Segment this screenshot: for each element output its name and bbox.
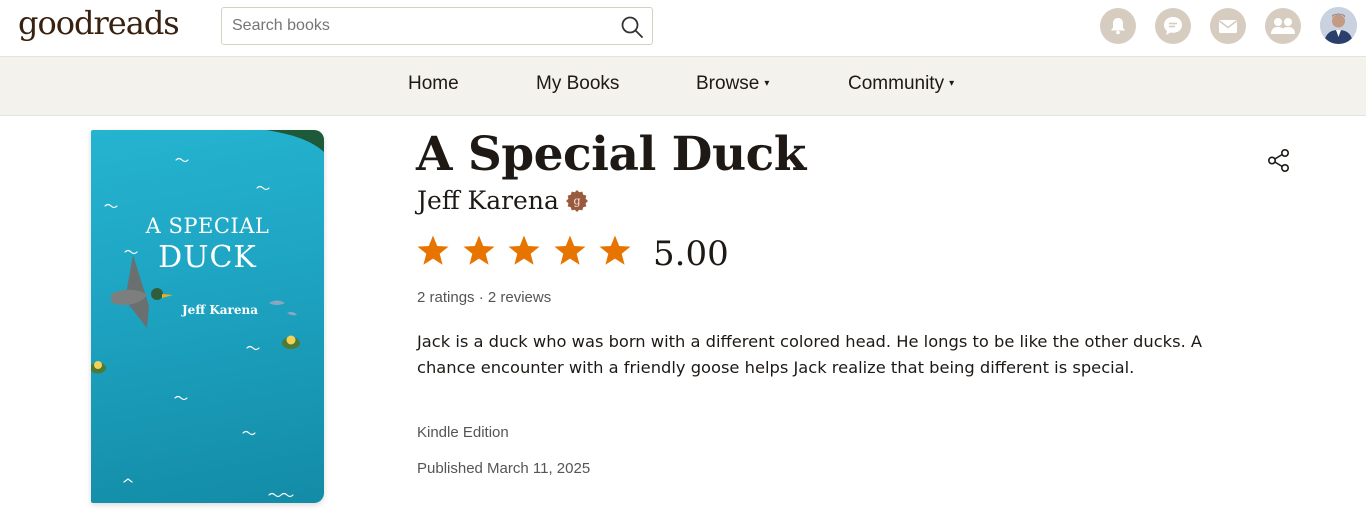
search-box[interactable] xyxy=(221,7,653,45)
book-cover[interactable]: A SPECIAL DUCK Jeff Karena xyxy=(91,130,324,503)
nav-my-books-label: My Books xyxy=(536,73,620,94)
nav-home[interactable]: Home xyxy=(408,73,459,95)
nav-community[interactable]: Community ▾ xyxy=(848,73,954,95)
author-link[interactable]: Jeff Karena xyxy=(417,186,559,215)
search-input[interactable] xyxy=(232,15,612,37)
nav-browse-label: Browse xyxy=(696,73,760,94)
star-icon xyxy=(417,235,449,265)
cover-title-line1: A SPECIAL xyxy=(145,214,270,238)
chevron-down-icon: ▾ xyxy=(949,78,955,89)
chevron-down-icon: ▾ xyxy=(764,78,770,89)
chat-icon xyxy=(1164,17,1182,35)
goodreads-logo[interactable]: goodreads xyxy=(18,4,180,42)
bell-icon xyxy=(1111,18,1125,35)
goodreads-author-badge-icon[interactable]: g xyxy=(565,189,589,213)
star-icon xyxy=(508,235,540,265)
notifications-button[interactable] xyxy=(1100,8,1136,44)
nav-my-books[interactable]: My Books xyxy=(536,73,619,95)
messages-button[interactable] xyxy=(1210,8,1246,44)
rating-stars xyxy=(416,234,644,268)
star-icon xyxy=(599,235,631,265)
ratings-reviews-count[interactable]: 2 ratings · 2 reviews xyxy=(417,289,551,306)
mail-icon xyxy=(1219,20,1237,33)
nav-browse[interactable]: Browse ▾ xyxy=(696,73,769,95)
star-icon xyxy=(554,235,585,265)
publication-date: Published March 11, 2025 xyxy=(417,460,591,477)
author-row: Jeff Karena g xyxy=(417,186,589,215)
cover-title-line2: DUCK xyxy=(158,240,257,275)
nav-community-label: Community xyxy=(848,73,945,94)
cover-author: Jeff Karena xyxy=(182,303,259,317)
book-format: Kindle Edition xyxy=(417,424,509,441)
friends-button[interactable] xyxy=(1265,8,1301,44)
average-rating: 5.00 xyxy=(653,234,729,274)
discussions-button[interactable] xyxy=(1155,8,1191,44)
top-header: goodreads xyxy=(0,0,1366,57)
star-icon xyxy=(463,235,494,265)
user-photo-icon xyxy=(1320,7,1357,44)
avatar[interactable] xyxy=(1320,7,1357,44)
friends-icon xyxy=(1271,18,1295,34)
share-icon[interactable] xyxy=(1266,148,1291,173)
search-icon[interactable] xyxy=(620,15,644,39)
book-title: A Special Duck xyxy=(416,127,806,182)
main-nav: Home My Books Browse ▾ Community ▾ xyxy=(0,57,1366,116)
svg-text:g: g xyxy=(573,194,580,207)
book-description: Jack is a duck who was born with a diffe… xyxy=(417,332,1203,377)
nav-home-label: Home xyxy=(408,73,459,94)
